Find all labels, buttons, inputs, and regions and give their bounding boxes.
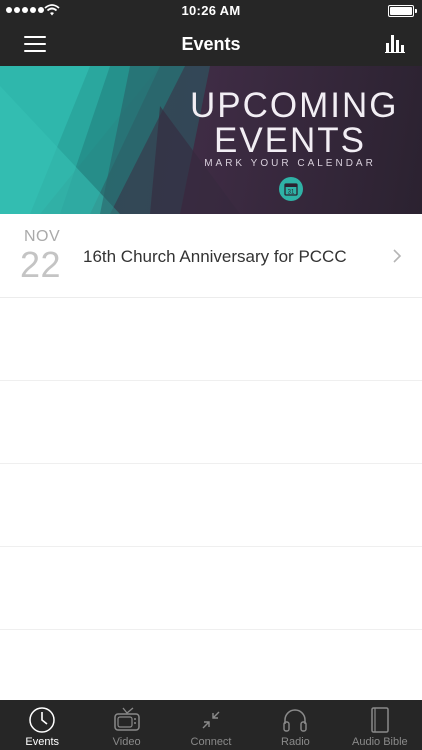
tab-audio-bible[interactable]: Audio Bible (338, 700, 422, 750)
headphones-icon (283, 709, 308, 732)
event-row[interactable]: NOV 22 16th Church Anniversary for PCCC (0, 214, 422, 298)
upcoming-events-banner: UPCOMING EVENTS MARK YOUR CALENDAR 31 (0, 66, 422, 214)
nav-bar: Events (0, 22, 422, 66)
empty-list-row (0, 381, 422, 464)
tab-bar: Events Video Connect Radio Audio Bible (0, 700, 422, 750)
bar-chart-icon[interactable] (385, 33, 405, 53)
battery-icon (388, 5, 417, 17)
tab-radio[interactable]: Radio (253, 700, 337, 750)
banner-subtitle: MARK YOUR CALENDAR (204, 158, 376, 169)
tab-label: Radio (281, 736, 310, 748)
tab-label: Video (112, 736, 141, 748)
book-icon (371, 707, 389, 733)
event-list: NOV 22 16th Church Anniversary for PCCC (0, 214, 422, 713)
banner-heading-line2: EVENTS (213, 121, 367, 160)
status-time: 10:26 AM (181, 3, 241, 18)
calendar-day-text: 31 (288, 190, 295, 196)
tab-connect[interactable]: Connect (169, 700, 253, 750)
tab-label: Events (25, 736, 60, 748)
page-title: Events (181, 34, 241, 54)
tv-icon (113, 707, 140, 731)
connect-arrows-icon (202, 711, 220, 729)
tab-label: Audio Bible (352, 736, 408, 748)
tab-video[interactable]: Video (84, 700, 168, 750)
event-day: 22 (20, 244, 62, 285)
chevron-right-icon (393, 249, 402, 263)
tab-events[interactable]: Events (0, 700, 84, 750)
banner-heading-line1: UPCOMING (190, 86, 399, 125)
status-bar: 10:26 AM (0, 0, 422, 22)
tab-label: Connect (190, 736, 232, 748)
empty-list-row (0, 298, 422, 381)
calendar-icon: 31 (279, 177, 303, 201)
clock-icon (29, 707, 55, 733)
empty-list-row (0, 547, 422, 630)
empty-list-row (0, 464, 422, 547)
event-title: 16th Church Anniversary for PCCC (83, 247, 347, 266)
